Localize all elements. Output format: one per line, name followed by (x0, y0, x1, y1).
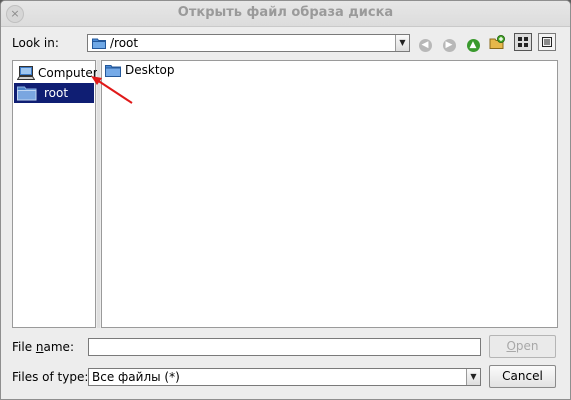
list-view-button[interactable] (514, 33, 532, 51)
open-mnemonic: O (506, 339, 516, 353)
open-label: pen (515, 339, 539, 353)
file-name-label: File name: (12, 340, 74, 354)
sidebar-item-root[interactable]: root (14, 83, 94, 103)
file-name-input[interactable] (88, 338, 481, 356)
sidebar-item-computer[interactable]: Computer (14, 63, 98, 83)
current-path: /root (110, 36, 139, 50)
detail-view-icon (542, 37, 552, 47)
file-name-label: Desktop (125, 63, 175, 77)
look-in-label: Look in: (12, 36, 59, 50)
create-new-folder-button[interactable] (488, 34, 506, 52)
dropdown-arrow-icon[interactable]: ▼ (395, 35, 409, 51)
file-name-label-part: ame: (43, 340, 74, 354)
window-title: Открыть файл образа диска (177, 5, 394, 20)
folder-icon (92, 38, 106, 49)
sidebar-item-label: Computer (38, 66, 98, 80)
open-button[interactable]: Open (489, 335, 556, 358)
file-list[interactable]: Desktop (101, 60, 558, 328)
sidebar-item-label: root (44, 86, 69, 100)
cancel-button[interactable]: Cancel (489, 365, 556, 388)
up-arrow-icon: ▲ (466, 39, 480, 52)
file-type-label: Files of type: (12, 370, 89, 384)
detail-view-button[interactable] (538, 33, 556, 51)
back-arrow-icon: ◀ (418, 39, 432, 52)
title-bar[interactable]: × Открыть файл образа диска (1, 1, 570, 27)
folder-icon (17, 86, 37, 101)
sidebar: Computer root (12, 60, 98, 328)
list-view-icon (518, 37, 528, 47)
new-folder-icon (489, 35, 505, 49)
forward-button[interactable]: ▶ (440, 34, 458, 52)
dropdown-arrow-icon[interactable]: ▼ (466, 369, 480, 385)
forward-arrow-icon: ▶ (442, 39, 456, 52)
open-disk-image-dialog: × Открыть файл образа диска Look in: /ro… (0, 0, 571, 400)
look-in-combo[interactable]: /root ▼ (87, 34, 410, 52)
computer-icon (17, 66, 35, 80)
file-name-label-mnemonic: n (35, 340, 44, 354)
parent-directory-button[interactable]: ▲ (464, 34, 482, 52)
folder-icon (105, 65, 121, 77)
back-button[interactable]: ◀ (416, 34, 434, 52)
sidebar-splitter[interactable] (97, 60, 100, 328)
file-name-label-part: File (12, 340, 36, 354)
file-type-combo[interactable]: Все файлы (*) ▼ (88, 368, 481, 386)
file-type-value: Все файлы (*) (92, 370, 180, 384)
